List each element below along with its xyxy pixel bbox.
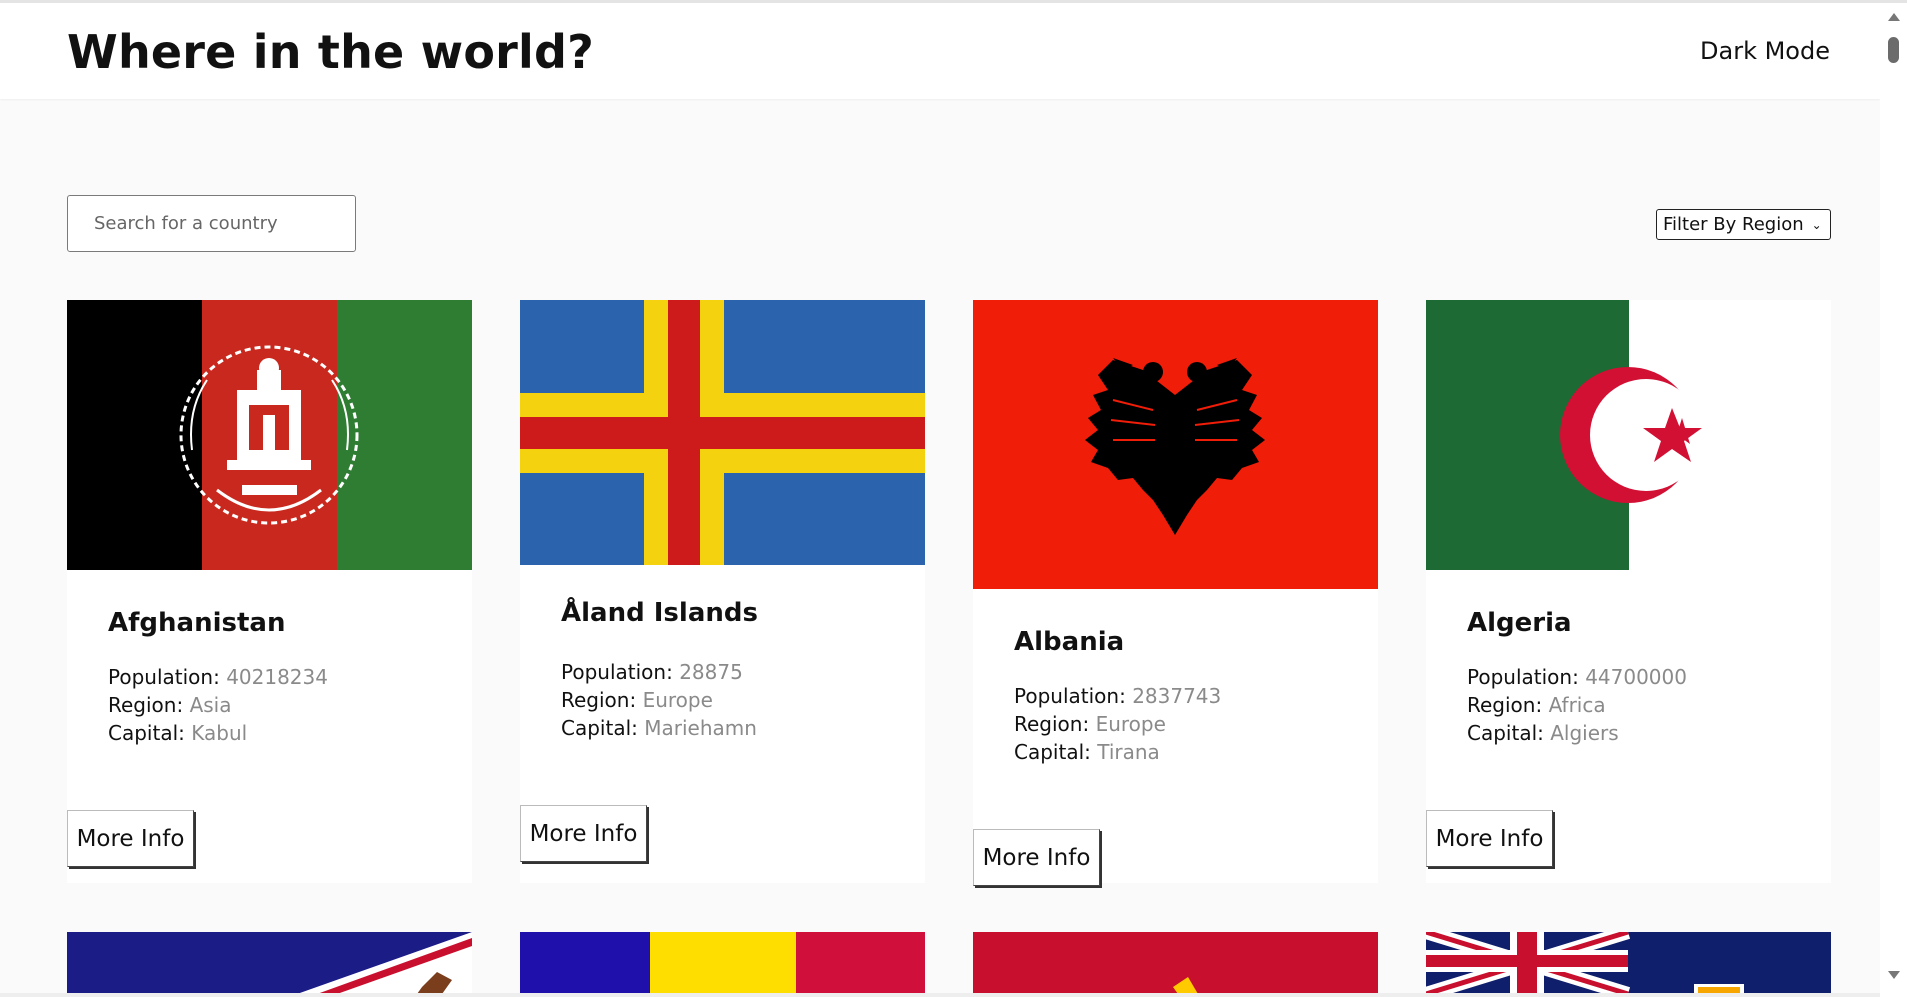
region-row: Region: Africa [1467,691,1687,719]
search-box[interactable] [67,195,356,252]
country-card[interactable]: Åland Islands Population: 28875 Region: … [520,300,925,883]
population-value: 28875 [679,660,743,684]
country-info: Population: 44700000 Region: Africa Capi… [1467,663,1687,747]
more-info-button[interactable]: More Info [67,810,194,867]
country-name: Afghanistan [108,608,286,638]
scrollbar-thumb[interactable] [1888,37,1899,63]
capital-label: Capital: [1467,721,1544,745]
region-label: Region: [561,688,637,712]
region-row: Region: Europe [561,686,757,714]
capital-value: Tirana [1097,740,1160,764]
country-card[interactable]: Algeria Population: 44700000 Region: Afr… [1426,300,1831,883]
country-card[interactable]: Albania Population: 2837743 Region: Euro… [973,300,1378,886]
capital-row: Capital: Mariehamn [561,714,757,742]
dark-mode-toggle[interactable]: Dark Mode [1700,37,1830,65]
region-value: Africa [1548,693,1606,717]
region-filter-label: Filter By Region [1663,214,1804,235]
country-name: Albania [1014,627,1125,657]
region-value: Europe [642,688,713,712]
region-label: Region: [108,693,184,717]
population-row: Population: 28875 [561,658,757,686]
page-title: Where in the world? [67,25,595,79]
country-name: Algeria [1467,608,1572,638]
capital-value: Kabul [191,721,248,745]
capital-row: Capital: Algiers [1467,719,1687,747]
population-value: 44700000 [1585,665,1687,689]
country-card[interactable]: Afghanistan Population: 40218234 Region:… [67,300,472,883]
more-info-button[interactable]: More Info [1426,810,1553,867]
population-label: Population: [561,660,673,684]
population-label: Population: [1014,684,1126,708]
window-bottom-edge [0,993,1880,997]
app-header: Where in the world? Dark Mode [0,3,1880,99]
population-label: Population: [1467,665,1579,689]
country-name: Åland Islands [561,598,758,628]
american-samoa-flag[interactable] [67,932,472,994]
population-row: Population: 40218234 [108,663,328,691]
capital-label: Capital: [1014,740,1091,764]
region-value: Asia [189,693,232,717]
aland-islands-flag [520,300,925,565]
region-label: Region: [1014,712,1090,736]
albania-flag [973,300,1378,589]
population-label: Population: [108,665,220,689]
population-row: Population: 2837743 [1014,682,1221,710]
region-row: Region: Asia [108,691,328,719]
region-value: Europe [1095,712,1166,736]
region-row: Region: Europe [1014,710,1221,738]
region-label: Region: [1467,693,1543,717]
population-value: 40218234 [226,665,328,689]
chevron-down-icon: ⌄ [1811,217,1822,232]
anguilla-flag[interactable] [1426,932,1831,994]
capital-label: Capital: [108,721,185,745]
algeria-flag [1426,300,1831,570]
region-filter-select[interactable]: Filter By Region ⌄ [1656,209,1831,240]
country-info: Population: 2837743 Region: Europe Capit… [1014,682,1221,766]
scroll-down-icon[interactable] [1888,971,1900,979]
country-info: Population: 28875 Region: Europe Capital… [561,658,757,742]
capital-row: Capital: Tirana [1014,738,1221,766]
vertical-scrollbar[interactable] [1880,3,1907,997]
andorra-flag[interactable] [520,932,925,994]
capital-row: Capital: Kabul [108,719,328,747]
search-input[interactable] [94,213,355,234]
angola-flag[interactable] [973,932,1378,994]
country-info: Population: 40218234 Region: Asia Capita… [108,663,328,747]
capital-value: Mariehamn [644,716,757,740]
population-row: Population: 44700000 [1467,663,1687,691]
capital-label: Capital: [561,716,638,740]
afghanistan-flag [67,300,472,570]
more-info-button[interactable]: More Info [973,829,1100,886]
capital-value: Algiers [1550,721,1619,745]
scroll-up-icon[interactable] [1888,13,1900,21]
more-info-button[interactable]: More Info [520,805,647,862]
population-value: 2837743 [1132,684,1222,708]
